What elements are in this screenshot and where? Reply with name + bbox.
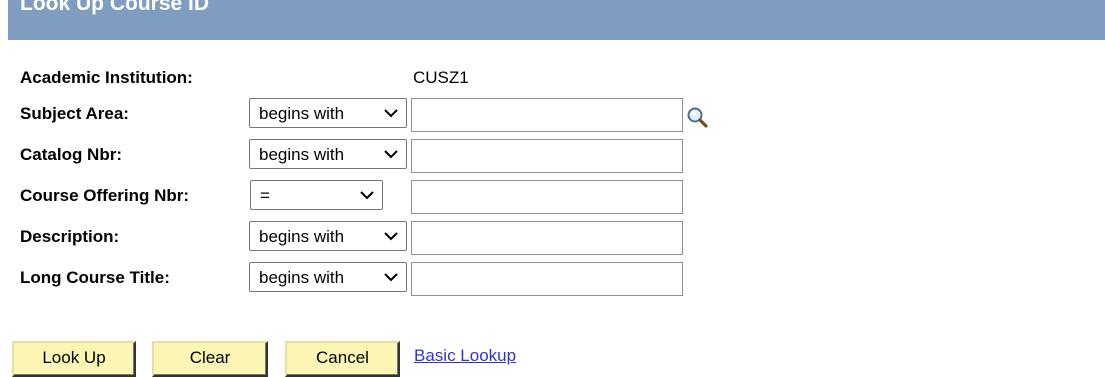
chevron-down-icon	[384, 232, 398, 241]
field-row-long-course-title: Long Course Title: begins with	[0, 262, 1105, 296]
subject-area-operator-value: begins with	[259, 104, 345, 123]
long-course-title-operator-value: begins with	[259, 268, 345, 287]
page-title: Look Up Course ID	[20, 0, 210, 15]
chevron-down-icon	[384, 273, 398, 282]
catalog-nbr-label: Catalog Nbr:	[20, 145, 122, 164]
field-row-academic-institution: Academic Institution: CUSZ1	[0, 62, 1105, 94]
long-course-title-input[interactable]	[411, 262, 683, 296]
catalog-nbr-input[interactable]	[411, 139, 683, 173]
field-row-subject-area: Subject Area: begins with	[0, 98, 1105, 132]
field-row-description: Description: begins with	[0, 221, 1105, 255]
field-row-catalog-nbr: Catalog Nbr: begins with	[0, 139, 1105, 173]
subject-area-operator-select[interactable]: begins with	[249, 98, 407, 128]
academic-institution-value: CUSZ1	[413, 68, 469, 87]
chevron-down-icon	[360, 191, 374, 200]
cancel-button[interactable]: Cancel	[285, 341, 400, 377]
course-offering-nbr-operator-select[interactable]: =	[250, 180, 383, 210]
course-offering-nbr-input[interactable]	[411, 180, 683, 214]
description-label: Description:	[20, 227, 120, 246]
description-operator-select[interactable]: begins with	[249, 221, 407, 251]
academic-institution-label: Academic Institution:	[20, 68, 193, 87]
look-up-button[interactable]: Look Up	[12, 341, 136, 377]
course-offering-nbr-label: Course Offering Nbr:	[20, 186, 190, 205]
subject-area-label: Subject Area:	[20, 104, 129, 123]
catalog-nbr-operator-value: begins with	[259, 145, 345, 164]
subject-area-input[interactable]	[411, 98, 683, 132]
course-offering-nbr-operator-value: =	[260, 186, 270, 205]
page-header: Look Up Course ID	[8, 0, 1105, 40]
field-row-course-offering-nbr: Course Offering Nbr: =	[0, 180, 1105, 214]
chevron-down-icon	[384, 109, 398, 118]
description-operator-value: begins with	[259, 227, 345, 246]
chevron-down-icon	[384, 150, 398, 159]
basic-lookup-link[interactable]: Basic Lookup	[414, 346, 516, 366]
description-input[interactable]	[411, 221, 683, 255]
long-course-title-operator-select[interactable]: begins with	[249, 262, 407, 292]
long-course-title-label: Long Course Title:	[20, 268, 170, 287]
catalog-nbr-operator-select[interactable]: begins with	[249, 139, 407, 169]
magnifier-icon[interactable]	[686, 106, 708, 128]
clear-button[interactable]: Clear	[152, 341, 268, 377]
